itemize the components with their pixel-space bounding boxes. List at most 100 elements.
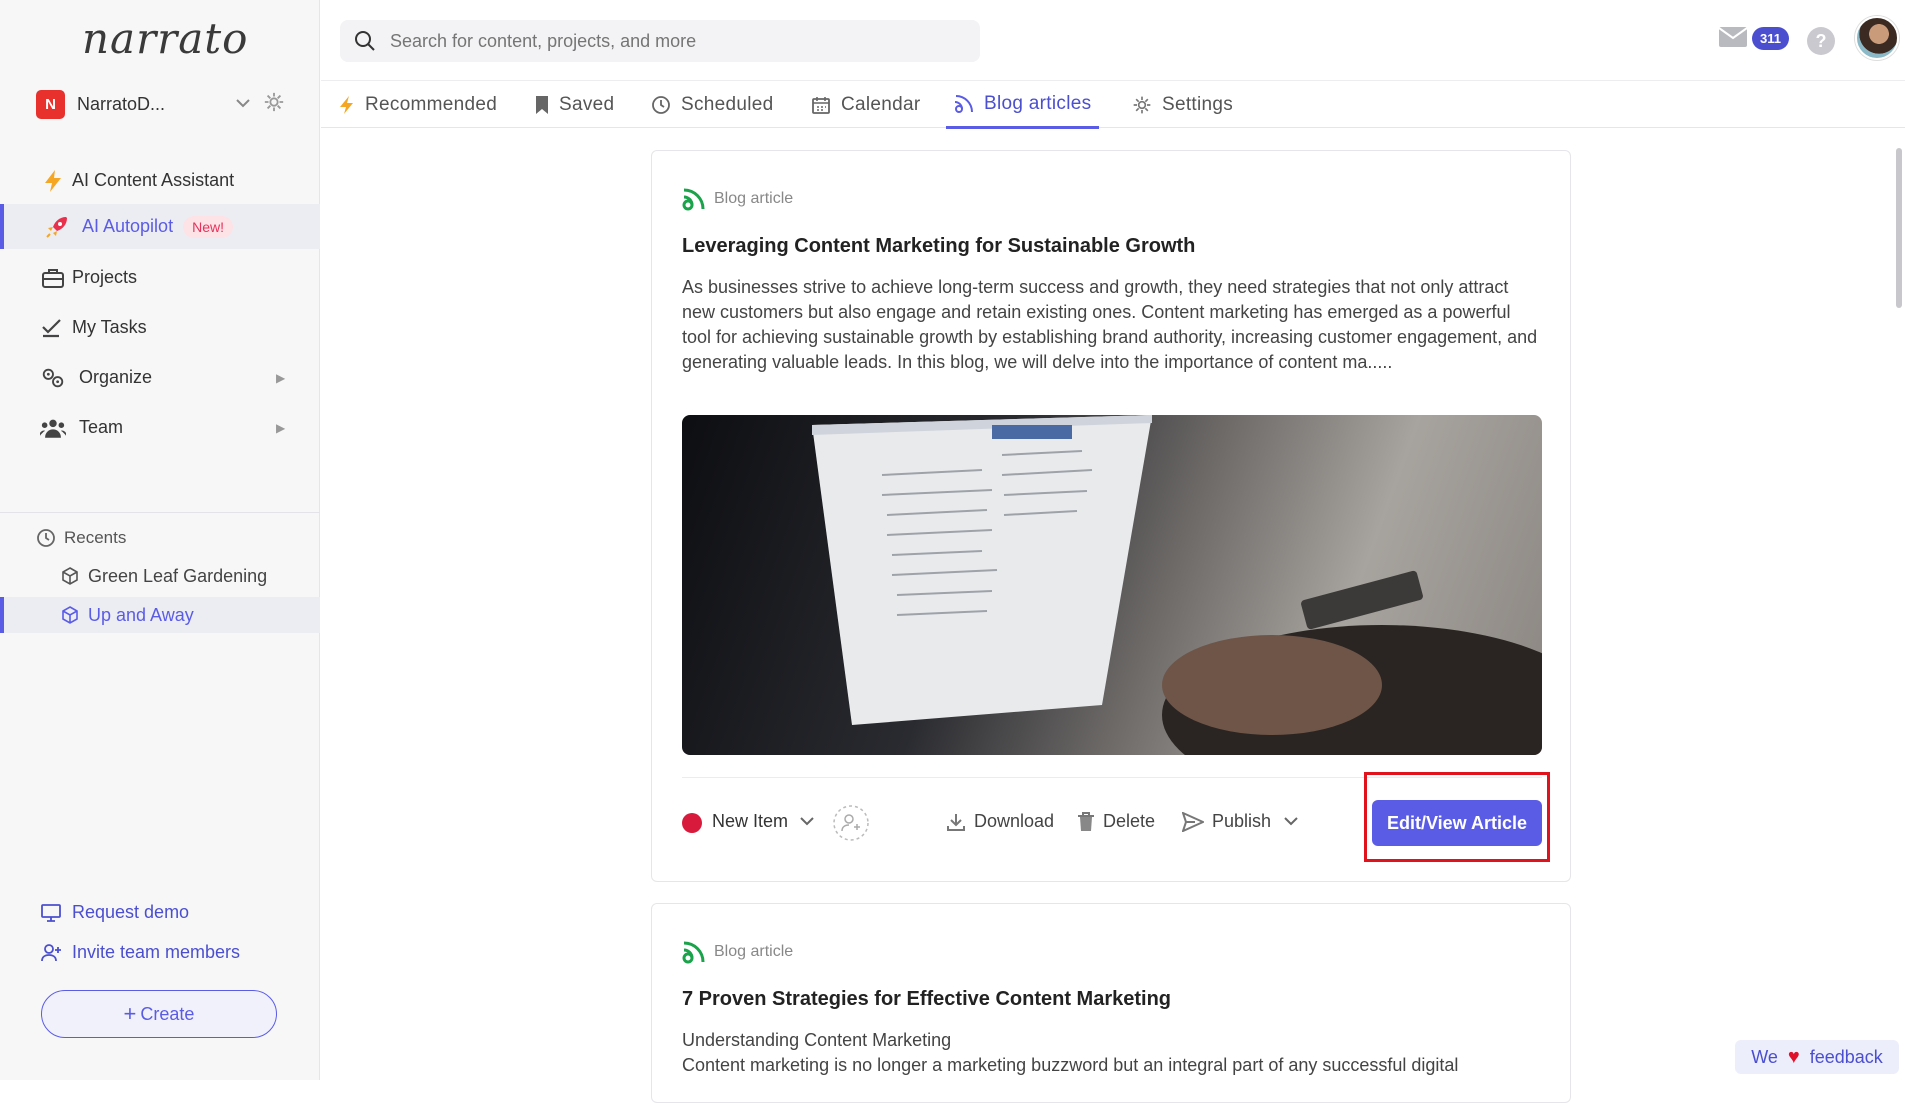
org-name: NarratoD... bbox=[77, 93, 166, 114]
send-icon bbox=[1182, 811, 1204, 832]
chevron-down-icon[interactable] bbox=[234, 94, 252, 112]
recents-header: Recents bbox=[36, 528, 126, 548]
tab-label: Calendar bbox=[841, 94, 921, 115]
status-label: New Item bbox=[712, 811, 789, 831]
user-avatar[interactable] bbox=[1855, 16, 1899, 60]
trash-icon bbox=[1077, 811, 1095, 832]
briefcase-icon bbox=[40, 265, 66, 291]
card-type: Blog article bbox=[682, 187, 793, 211]
org-avatar: N bbox=[36, 89, 65, 119]
sidebar-item-label: Organize bbox=[79, 367, 153, 387]
status-dot bbox=[682, 813, 702, 833]
tab-calendar[interactable]: Calendar bbox=[811, 81, 921, 129]
rocket-icon bbox=[44, 214, 70, 240]
delete-button[interactable]: Delete bbox=[1077, 811, 1155, 832]
delete-label: Delete bbox=[1103, 811, 1156, 831]
gear-icon[interactable] bbox=[263, 91, 285, 113]
recent-item-green-leaf-gardening[interactable]: Green Leaf Gardening bbox=[0, 558, 320, 594]
bolt-icon bbox=[40, 168, 66, 194]
team-icon bbox=[40, 415, 66, 441]
card-type-label: Blog article bbox=[714, 190, 794, 207]
blog-icon bbox=[954, 94, 974, 114]
search-icon bbox=[354, 30, 376, 52]
mail-count-badge: 311 bbox=[1752, 27, 1789, 50]
recent-item-up-and-away[interactable]: Up and Away bbox=[0, 597, 320, 633]
create-label: Create bbox=[140, 1003, 195, 1024]
sidebar-item-organize[interactable]: Organize ▶ bbox=[0, 355, 320, 400]
new-badge: New! bbox=[183, 215, 233, 238]
tab-scheduled[interactable]: Scheduled bbox=[651, 81, 774, 129]
download-icon bbox=[946, 812, 966, 832]
card-type: Blog article bbox=[682, 940, 793, 964]
card-title[interactable]: Leveraging Content Marketing for Sustain… bbox=[682, 235, 1195, 258]
tab-label: Blog articles bbox=[984, 92, 1092, 114]
tab-saved[interactable]: Saved bbox=[535, 81, 614, 129]
plus-icon: + bbox=[123, 1001, 137, 1026]
expand-arrow-icon[interactable]: ▶ bbox=[276, 421, 285, 435]
org-switcher[interactable]: N NarratoD... bbox=[36, 88, 296, 120]
search-input[interactable] bbox=[388, 29, 948, 53]
recents-title: Recents bbox=[64, 528, 127, 547]
sidebar-item-ai-autopilot[interactable]: AI Autopilot New! bbox=[0, 204, 320, 249]
card-type-label: Blog article bbox=[714, 943, 794, 960]
card-excerpt-heading: Understanding Content Marketing bbox=[682, 1030, 952, 1050]
create-button[interactable]: + Create bbox=[41, 990, 277, 1038]
tab-settings[interactable]: Settings bbox=[1132, 81, 1233, 129]
feedback-label: feedback bbox=[1809, 1046, 1883, 1067]
request-demo-label: Request demo bbox=[72, 902, 190, 922]
sidebar-item-ai-content-assistant[interactable]: AI Content Assistant bbox=[0, 158, 320, 203]
add-user-icon bbox=[40, 943, 62, 963]
request-demo-link[interactable]: Request demo bbox=[40, 902, 189, 923]
download-button[interactable]: Download bbox=[946, 811, 1054, 832]
article-cover-image bbox=[682, 415, 1542, 755]
tab-label: Saved bbox=[559, 94, 615, 115]
tab-recommended[interactable]: Recommended bbox=[339, 81, 497, 129]
tab-bar: Recommended Saved Scheduled Calendar Blo… bbox=[321, 80, 1905, 129]
blog-article-icon bbox=[682, 187, 706, 211]
sidebar-item-label: Team bbox=[79, 417, 124, 437]
chevron-down-icon[interactable] bbox=[1283, 816, 1299, 828]
sidebar-divider bbox=[0, 512, 320, 513]
invite-team-label: Invite team members bbox=[72, 942, 241, 962]
scrollbar-thumb[interactable] bbox=[1896, 148, 1902, 308]
card-excerpt: As businesses strive to achieve long-ter… bbox=[682, 277, 1538, 372]
tab-label: Recommended bbox=[365, 94, 498, 115]
search-bar[interactable] bbox=[340, 20, 980, 62]
invite-team-link[interactable]: Invite team members bbox=[40, 942, 240, 963]
monitor-icon bbox=[40, 903, 62, 923]
chevron-down-icon[interactable] bbox=[799, 816, 815, 828]
sidebar-item-label: AI Autopilot bbox=[82, 216, 174, 236]
calendar-icon bbox=[811, 95, 831, 115]
sidebar-item-projects[interactable]: Projects bbox=[0, 255, 320, 300]
highlight-box bbox=[1364, 772, 1550, 862]
sidebar-item-my-tasks[interactable]: My Tasks bbox=[0, 305, 320, 350]
card-excerpt: Content marketing is no longer a marketi… bbox=[682, 1055, 1459, 1075]
heart-icon: ♥ bbox=[1787, 1045, 1800, 1068]
blog-article-icon bbox=[682, 940, 706, 964]
clock-icon bbox=[651, 95, 671, 115]
mail-icon[interactable] bbox=[1718, 26, 1748, 48]
sidebar: narrato N NarratoD... AI Content Assista… bbox=[0, 0, 320, 1080]
publish-label: Publish bbox=[1212, 811, 1272, 831]
checklist-icon bbox=[40, 315, 66, 341]
sidebar-item-label: My Tasks bbox=[72, 317, 147, 337]
help-icon[interactable]: ? bbox=[1807, 27, 1835, 55]
bolt-icon bbox=[339, 95, 355, 115]
app-logo[interactable]: narrato bbox=[82, 14, 248, 63]
recent-item-label: Green Leaf Gardening bbox=[88, 565, 268, 586]
publish-button[interactable]: Publish bbox=[1182, 811, 1299, 832]
card-title[interactable]: 7 Proven Strategies for Effective Conten… bbox=[682, 988, 1171, 1011]
feedback-pre: We bbox=[1751, 1046, 1778, 1067]
expand-arrow-icon[interactable]: ▶ bbox=[276, 371, 285, 385]
tab-blog-articles[interactable]: Blog articles bbox=[946, 81, 1100, 129]
tab-label: Settings bbox=[1162, 94, 1234, 115]
cube-icon bbox=[60, 566, 80, 586]
tab-label: Scheduled bbox=[681, 94, 774, 115]
sidebar-item-label: Projects bbox=[72, 267, 138, 287]
assign-user-icon[interactable] bbox=[832, 804, 870, 842]
status-select[interactable]: New Item bbox=[712, 811, 788, 832]
feedback-button[interactable]: We ♥ feedback bbox=[1735, 1040, 1899, 1074]
cube-icon bbox=[60, 605, 80, 625]
recent-item-label: Up and Away bbox=[88, 604, 194, 625]
sidebar-item-team[interactable]: Team ▶ bbox=[0, 405, 320, 450]
